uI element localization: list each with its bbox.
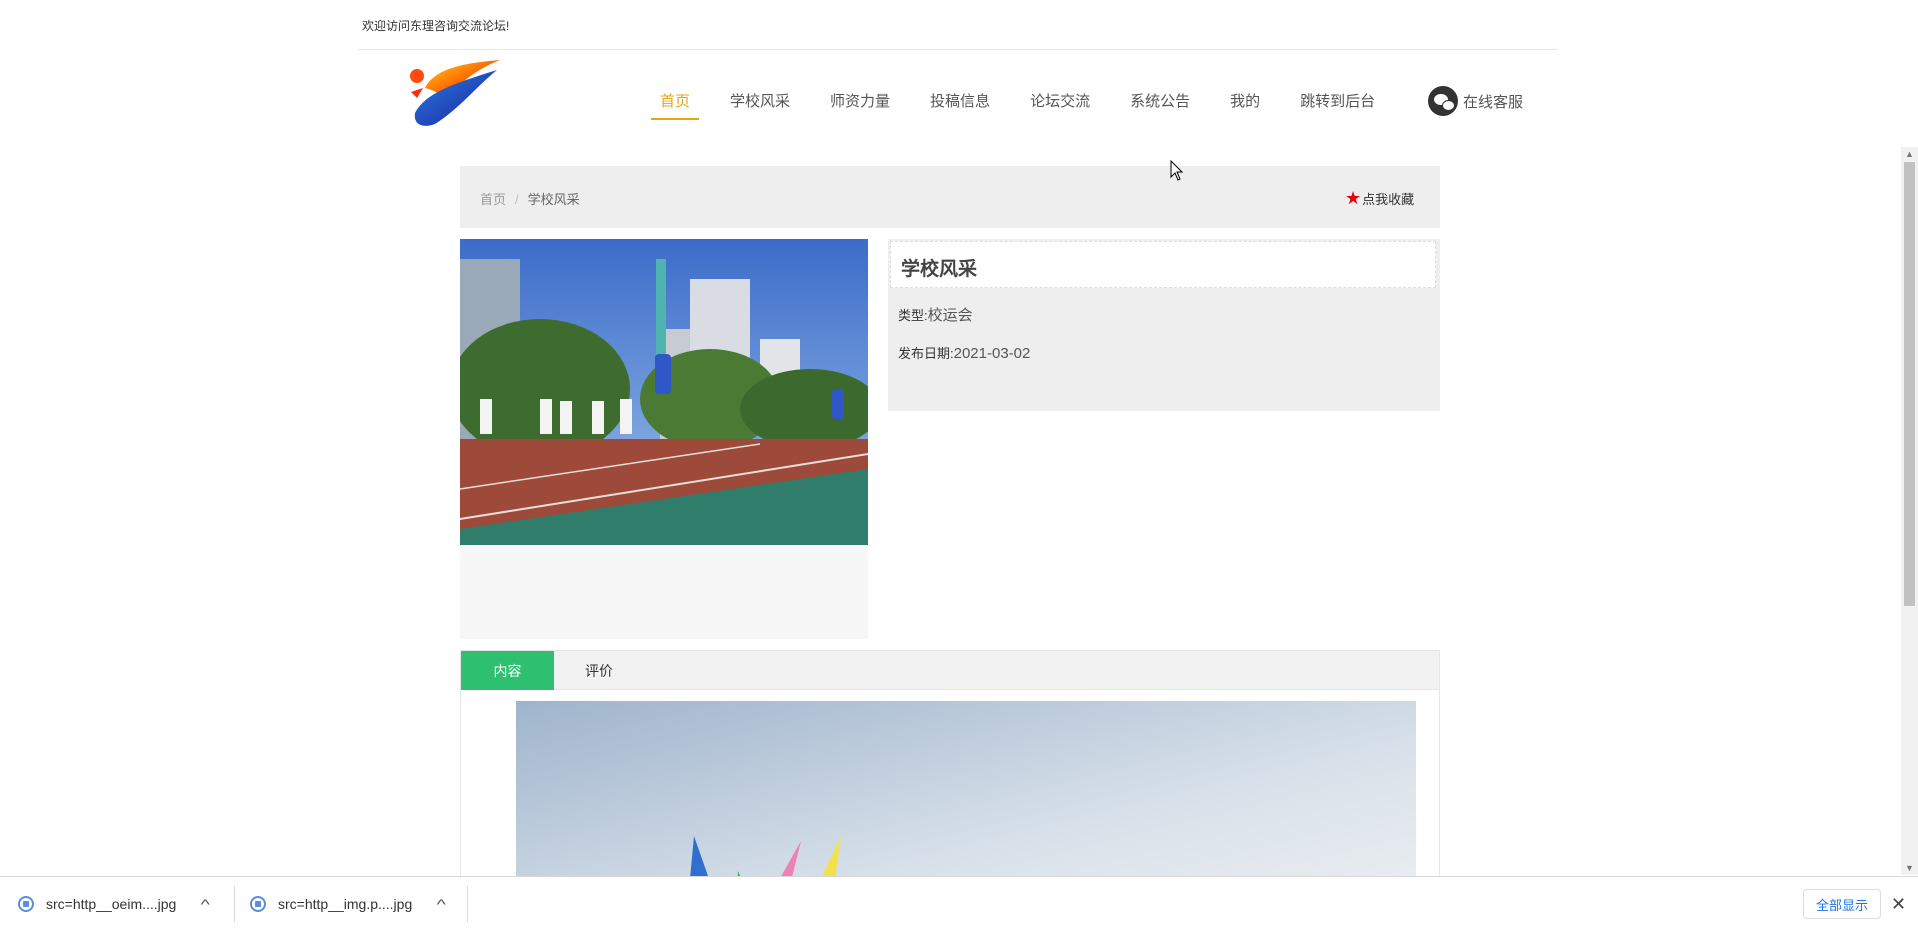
favorite-label: 点我收藏	[1362, 192, 1415, 207]
chevron-up-icon[interactable]: ^	[201, 896, 210, 912]
detail-photo	[460, 239, 868, 545]
nav-announcement[interactable]: 系统公告	[1130, 90, 1190, 122]
image-file-icon	[18, 896, 34, 912]
detail-title: 学校风采	[901, 259, 978, 280]
nav-school-style[interactable]: 学校风采	[730, 90, 790, 122]
favorite-button[interactable]: ★ 点我收藏	[1345, 189, 1414, 208]
date-value: 2021-03-02	[953, 345, 1031, 362]
nav-admin[interactable]: 跳转到后台	[1300, 90, 1375, 122]
download-filename: src=http__img.p....jpg	[278, 896, 413, 912]
breadcrumb-current: 学校风采	[527, 192, 580, 207]
date-label: 发布日期:	[898, 346, 954, 361]
nav-mine[interactable]: 我的	[1230, 90, 1260, 122]
tab-review[interactable]: 评价	[554, 651, 644, 690]
scrollbar-thumb[interactable]	[1904, 162, 1915, 606]
breadcrumb-separator: /	[515, 192, 519, 207]
main-nav: 首页 学校风采 师资力量 投稿信息 论坛交流 系统公告 我的 跳转到后台	[650, 90, 1415, 122]
close-icon[interactable]: ✕	[1891, 894, 1906, 915]
mouse-cursor-icon	[1170, 160, 1184, 181]
type-row: 类型:校运会	[898, 304, 973, 325]
chevron-up-icon[interactable]: ^	[437, 896, 446, 912]
download-separator	[467, 886, 468, 922]
download-filename: src=http__oeim....jpg	[46, 896, 177, 912]
star-icon: ★	[1345, 188, 1362, 208]
nav-faculty[interactable]: 师资力量	[830, 90, 890, 122]
image-file-icon	[250, 896, 266, 912]
online-service-label: 在线客服	[1463, 93, 1524, 111]
download-separator	[234, 886, 235, 922]
tab-content[interactable]: 内容	[461, 651, 554, 690]
breadcrumb-bar	[460, 166, 1440, 228]
welcome-text: 欢迎访问东理咨询交流论坛!	[362, 19, 510, 33]
breadcrumb-home[interactable]: 首页	[480, 192, 506, 207]
online-service-link[interactable]: 在线客服	[1428, 86, 1523, 116]
show-all-button[interactable]: 全部显示	[1803, 889, 1881, 919]
scroll-down-arrow-icon[interactable]: ▼	[1901, 861, 1918, 875]
breadcrumb: 首页 / 学校风采	[480, 189, 580, 208]
header-divider	[358, 49, 1558, 50]
nav-home[interactable]: 首页	[650, 90, 700, 122]
nav-submission[interactable]: 投稿信息	[930, 90, 990, 122]
download-item[interactable]: src=http__oeim....jpg ^	[18, 876, 228, 932]
nav-forum[interactable]: 论坛交流	[1030, 90, 1090, 122]
scroll-up-arrow-icon[interactable]: ▲	[1901, 147, 1918, 161]
wechat-icon	[1428, 86, 1458, 116]
type-label: 类型:	[898, 308, 928, 323]
type-value: 校运会	[927, 307, 973, 324]
download-item[interactable]: src=http__img.p....jpg ^	[250, 876, 460, 932]
site-logo[interactable]	[405, 58, 503, 130]
date-row: 发布日期:2021-03-02	[898, 343, 1030, 362]
